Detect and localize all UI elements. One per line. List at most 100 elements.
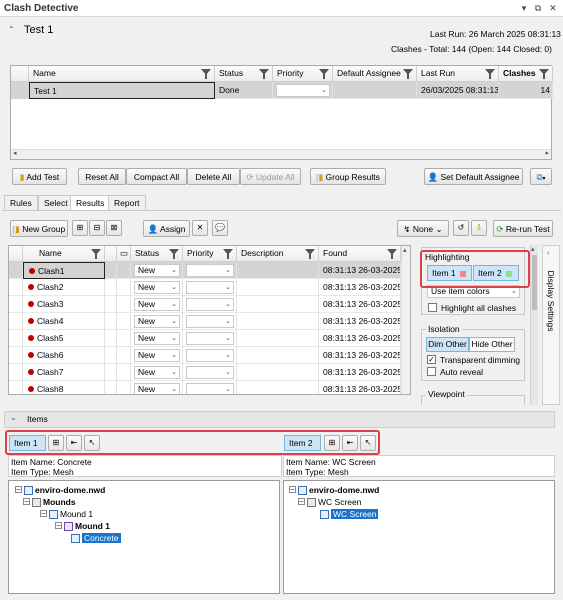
vertical-scrollbar[interactable]: ▴ [401, 246, 410, 394]
update-all-button[interactable]: ⟳ Update All [240, 168, 301, 185]
clash-name-cell[interactable]: Clash6 [23, 347, 105, 364]
export-dropdown-button[interactable]: ⧉▾ [530, 168, 552, 185]
description-cell[interactable] [237, 313, 319, 330]
col-header-name[interactable]: Name [29, 66, 215, 82]
filter-icon[interactable] [403, 69, 413, 79]
tab-rules[interactable]: Rules [4, 195, 38, 211]
filter-icon[interactable] [259, 69, 269, 79]
priority-cell[interactable]: ⌄ [183, 296, 237, 313]
row-header[interactable] [9, 330, 23, 347]
filter-icon[interactable] [539, 69, 549, 79]
description-cell[interactable] [237, 262, 319, 279]
status-cell[interactable]: New ⌄ [131, 279, 183, 296]
priority-cell[interactable]: ⌄ [183, 279, 237, 296]
tree-node-layer[interactable]: WC Screen [307, 496, 361, 508]
filter-icon[interactable] [223, 249, 233, 259]
unassign-button[interactable]: ✕ [192, 220, 208, 236]
clash-name-cell[interactable]: Clash8 [23, 381, 105, 394]
col-header-status[interactable]: Status [215, 66, 273, 82]
scroll-up-icon[interactable]: ▴ [403, 246, 407, 254]
horizontal-scrollbar[interactable]: ◂ ▸ [11, 149, 551, 159]
description-cell[interactable] [237, 296, 319, 313]
priority-select[interactable]: ⌄ [276, 84, 330, 97]
expand-toggle-icon[interactable]: – [55, 522, 62, 529]
filter-icon[interactable] [387, 249, 397, 259]
assign-button[interactable]: 👤 Assign [143, 220, 190, 237]
tree-node-layer[interactable]: Mounds [32, 496, 76, 508]
clash-name-cell[interactable]: Clash4 [23, 313, 105, 330]
status-cell[interactable]: New ⌄ [131, 330, 183, 347]
scroll-left-icon[interactable]: ◂ [13, 149, 17, 157]
clash-name-cell[interactable]: Clash7 [23, 364, 105, 381]
status-select[interactable]: New ⌄ [134, 315, 180, 328]
collapse-chevron-icon[interactable]: ⌄ [10, 413, 17, 422]
status-select[interactable]: New ⌄ [134, 383, 180, 394]
table-row[interactable]: Clash8 New ⌄ ⌄ 08:31:13 26-03-2025 [9, 381, 401, 394]
row-header[interactable] [9, 381, 23, 394]
row-header[interactable] [9, 347, 23, 364]
col-header-description[interactable]: Description [237, 246, 319, 262]
delete-all-button[interactable]: Delete All [187, 168, 240, 185]
description-cell[interactable] [237, 381, 319, 394]
sort-none-dropdown[interactable]: ↯ None ⌄ [397, 220, 449, 237]
status-cell[interactable]: New ⌄ [131, 296, 183, 313]
description-cell[interactable] [237, 347, 319, 364]
remove-from-group-button[interactable]: ⊠ [106, 220, 122, 236]
clash-name-cell[interactable]: Clash5 [23, 330, 105, 347]
col-header-name[interactable]: Name [23, 246, 105, 262]
filter-icon[interactable] [305, 249, 315, 259]
filter-icon[interactable] [91, 249, 101, 259]
priority-cell[interactable]: ⌄ [183, 364, 237, 381]
clash-name-cell[interactable]: Clash2 [23, 279, 105, 296]
filter-icon[interactable] [485, 69, 495, 79]
priority-select[interactable]: ⌄ [186, 383, 234, 394]
filter-icon[interactable] [169, 249, 179, 259]
priority-select[interactable]: ⌄ [186, 281, 234, 294]
add-comment-button[interactable]: 💬 [212, 220, 228, 236]
rerun-test-button[interactable]: ⟳ Re-run Test [493, 220, 553, 237]
status-select[interactable]: New ⌄ [134, 281, 180, 294]
priority-cell[interactable]: ⌄ [183, 381, 237, 394]
items-section-header[interactable]: ⌄ Items [4, 411, 555, 428]
status-cell[interactable]: New ⌄ [131, 347, 183, 364]
expand-toggle-icon[interactable]: – [40, 510, 47, 517]
tree-node-file[interactable]: enviro-dome.nwd [24, 484, 105, 496]
priority-cell[interactable]: ⌄ [183, 347, 237, 364]
description-cell[interactable] [237, 364, 319, 381]
tab-report[interactable]: Report [108, 195, 146, 211]
row-header[interactable] [9, 279, 23, 296]
highlight-all-checkbox[interactable] [428, 303, 437, 312]
table-row[interactable]: Clash5 New ⌄ ⌄ 08:31:13 26-03-2025 [9, 330, 401, 347]
expand-toggle-icon[interactable]: – [298, 498, 305, 505]
table-row[interactable]: Clash1 New ⌄ ⌄ 08:31:13 26-03-2025 [9, 262, 401, 279]
status-select[interactable]: New ⌄ [134, 298, 180, 311]
compact-button[interactable]: ⇩ [471, 220, 487, 236]
test-assignee-cell[interactable] [333, 82, 417, 99]
group-icon-button[interactable]: ⊞ [72, 220, 88, 236]
status-select[interactable]: New ⌄ [134, 332, 180, 345]
status-select[interactable]: New ⌄ [134, 264, 180, 277]
col-header-found[interactable]: Found [319, 246, 401, 262]
filter-icon[interactable] [319, 69, 329, 79]
close-icon[interactable]: ✕ [547, 2, 559, 14]
status-cell[interactable]: New ⌄ [131, 262, 183, 279]
priority-select[interactable]: ⌄ [186, 332, 234, 345]
reset-status-button[interactable]: ↺ [453, 220, 469, 236]
add-test-button[interactable]: ▮ Add Test [12, 168, 67, 185]
tree-node-geometry[interactable]: Concrete [71, 532, 121, 544]
hide-other-button[interactable]: Hide Other [469, 337, 515, 352]
scroll-thumb[interactable] [532, 255, 537, 310]
clash-name-cell[interactable]: Clash1 [23, 262, 105, 279]
priority-select[interactable]: ⌄ [186, 315, 234, 328]
panel-scrollbar[interactable]: ▴ [530, 245, 538, 405]
col-header-priority[interactable]: Priority [183, 246, 237, 262]
auto-reveal-checkbox[interactable] [427, 367, 436, 376]
test-priority-cell[interactable]: ⌄ [273, 82, 333, 99]
priority-cell[interactable]: ⌄ [183, 262, 237, 279]
collapse-chevron-icon[interactable]: ⌃ [8, 25, 15, 34]
compact-all-button[interactable]: Compact All [126, 168, 187, 185]
filter-icon[interactable] [201, 69, 211, 79]
display-settings-side-tab[interactable]: ‹ Display Settings [542, 245, 560, 405]
test-name-cell[interactable]: Test 1 [29, 82, 215, 99]
tree-node-object[interactable]: Mound 1 [64, 520, 110, 532]
